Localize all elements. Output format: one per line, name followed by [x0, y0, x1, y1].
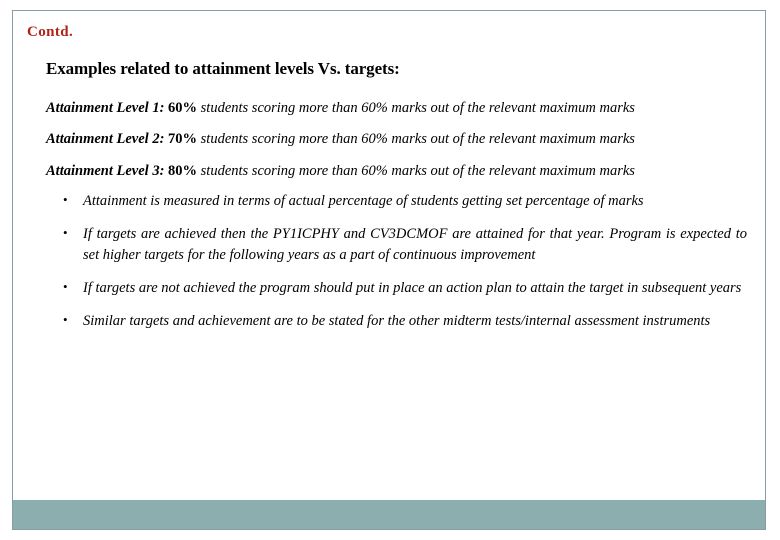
attainment-level-3-percent: 80%: [168, 162, 198, 179]
attainment-level-2: Attainment Level 2: 70% students scoring…: [46, 124, 765, 155]
attainment-level-3: Attainment Level 3: 80% students scoring…: [46, 156, 765, 187]
bullet-marker-icon: •: [63, 312, 68, 328]
attainment-level-1-label: Attainment Level 1:: [46, 100, 165, 116]
list-item: • Similar targets and achievement are to…: [13, 311, 747, 332]
list-item: • If targets are achieved then the PY1IC…: [13, 224, 747, 266]
bullet-marker-icon: •: [63, 279, 68, 295]
slide-body: Contd. Examples related to attainment le…: [13, 11, 765, 529]
list-item: • Attainment is measured in terms of act…: [13, 191, 747, 212]
bullet-list: • Attainment is measured in terms of act…: [13, 191, 765, 332]
slide-title-contd: Contd.: [27, 24, 74, 40]
attainment-level-3-label: Attainment Level 3:: [46, 162, 165, 179]
attainment-level-1-percent: 60%: [168, 100, 198, 116]
footer-accent-bar: [13, 500, 765, 529]
section-heading: Examples related to attainment levels Vs…: [46, 59, 400, 78]
list-item-text: If targets are not achieved the program …: [83, 280, 742, 297]
list-item-text: Attainment is measured in terms of actua…: [83, 193, 644, 210]
slide-frame: Contd. Examples related to attainment le…: [12, 10, 766, 530]
list-item-text: Similar targets and achievement are to b…: [83, 313, 711, 330]
attainment-level-1-lead: Attainment Level 1: 60%: [46, 100, 197, 116]
attainment-level-3-lead: Attainment Level 3: 80%: [46, 163, 197, 179]
bullet-marker-icon: •: [63, 225, 68, 241]
attainment-level-2-description: students scoring more than 60% marks out…: [200, 131, 635, 148]
list-item: • If targets are not achieved the progra…: [13, 278, 747, 299]
attainment-level-1: Attainment Level 1: 60% students scoring…: [46, 93, 765, 124]
attainment-level-2-percent: 70%: [168, 131, 198, 148]
bullet-marker-icon: •: [63, 192, 68, 208]
list-item-text: If targets are achieved then the PY1ICPH…: [83, 226, 747, 264]
attainment-level-3-description: students scoring more than 60% marks out…: [200, 162, 635, 179]
attainment-level-2-label: Attainment Level 2:: [46, 131, 165, 148]
attainment-level-1-description: students scoring more than 60% marks out…: [200, 100, 635, 116]
slide-content: Examples related to attainment levels Vs…: [13, 59, 765, 332]
attainment-level-2-lead: Attainment Level 2: 70%: [46, 131, 197, 147]
